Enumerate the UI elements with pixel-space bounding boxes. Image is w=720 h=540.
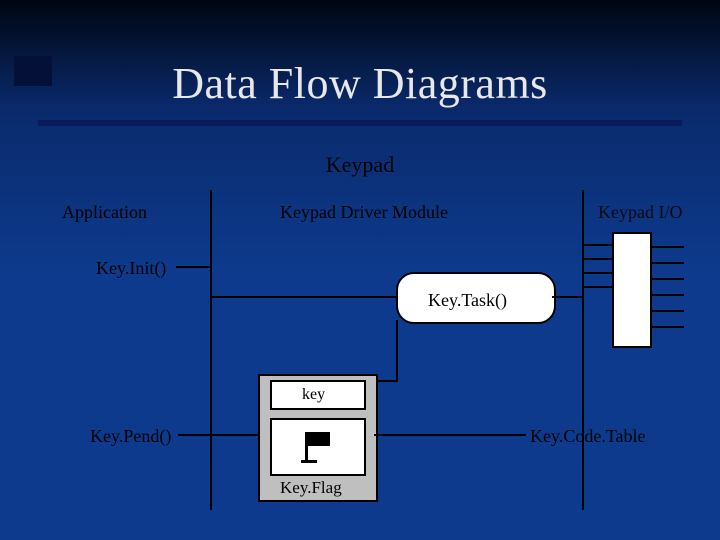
node-key-flag: Key.Flag: [280, 478, 342, 498]
column-label-driver: Keypad Driver Module: [280, 202, 448, 223]
title-underline: [38, 120, 682, 126]
io-pin-left: [584, 244, 612, 246]
node-key-flag-box: [270, 418, 366, 476]
io-pin-right: [650, 326, 684, 328]
io-pin-right: [650, 262, 684, 264]
node-key-pend: Key.Pend(): [90, 426, 171, 447]
flag-icon: [301, 430, 335, 464]
slide-title-wrap: Data Flow Diagrams: [0, 58, 720, 109]
connector-key-code: [374, 434, 526, 436]
node-key-task: Key.Task(): [428, 290, 507, 311]
node-key-init: Key.Init(): [96, 258, 166, 279]
connector-task-left: [212, 296, 396, 298]
io-pin-left: [584, 258, 612, 260]
separator-left: [210, 190, 212, 510]
connector-key-init: [176, 266, 212, 268]
column-label-io: Keypad I/O: [598, 202, 682, 223]
io-pin-right: [650, 246, 684, 248]
io-pin-right: [650, 278, 684, 280]
io-pin-left: [584, 272, 612, 274]
column-label-application: Application: [62, 202, 147, 223]
slide-subtitle: Keypad: [0, 152, 720, 178]
connector-key-pend: [178, 434, 258, 436]
connector-task-to-key-v: [396, 320, 398, 380]
node-key-label: key: [302, 386, 325, 404]
io-pin-right: [650, 310, 684, 312]
io-block: [612, 232, 652, 348]
separator-right: [582, 190, 584, 510]
io-pin-left: [584, 286, 612, 288]
io-pin-right: [650, 294, 684, 296]
connector-task-right: [552, 296, 584, 298]
node-key-code-table: Key.Code.Table: [530, 426, 646, 447]
slide-title: Data Flow Diagrams: [172, 59, 548, 108]
